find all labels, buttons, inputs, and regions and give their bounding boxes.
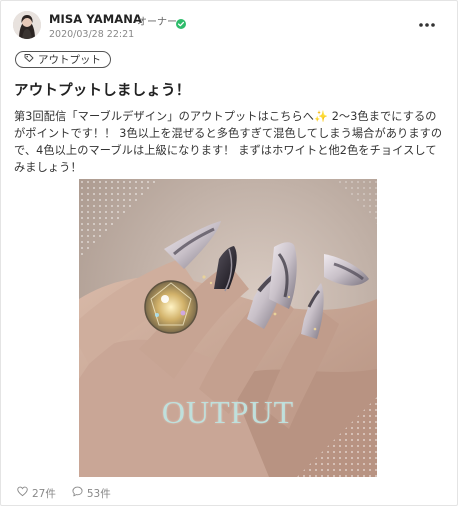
post-image[interactable]: OUTPUT — [79, 179, 377, 477]
post-body: 第3回配信「マーブルデザイン」のアウトプットはこちらへ✨ 2〜3色までにするのが… — [14, 110, 443, 174]
image-caption: OUTPUT — [161, 394, 295, 430]
category-tag[interactable]: アウトプット — [15, 51, 111, 68]
post-timestamp: 2020/03/28 22:21 — [49, 29, 135, 40]
comment-button[interactable]: 53件 — [72, 485, 111, 501]
tag-label: アウトプット — [38, 54, 101, 66]
post-footer: 27件 53件 — [17, 485, 111, 501]
tag-icon — [24, 53, 34, 66]
post-header: MISA YAMANA オーナー 2020/03/28 22:21 — [13, 11, 447, 43]
comment-count: 53件 — [86, 487, 111, 500]
heart-icon — [17, 486, 28, 500]
avatar[interactable] — [13, 11, 41, 39]
like-button[interactable]: 27件 — [17, 485, 56, 501]
post-card: MISA YAMANA オーナー 2020/03/28 22:21 アウトプット — [0, 0, 458, 506]
comment-icon — [72, 486, 83, 500]
verified-badge-icon — [176, 14, 186, 29]
like-count: 27件 — [32, 487, 56, 500]
author-name[interactable]: MISA YAMANA — [49, 12, 142, 26]
post-title: アウトプットしましょう！ — [14, 83, 191, 99]
more-options-icon[interactable] — [417, 17, 437, 33]
author-role: オーナー — [137, 17, 177, 28]
